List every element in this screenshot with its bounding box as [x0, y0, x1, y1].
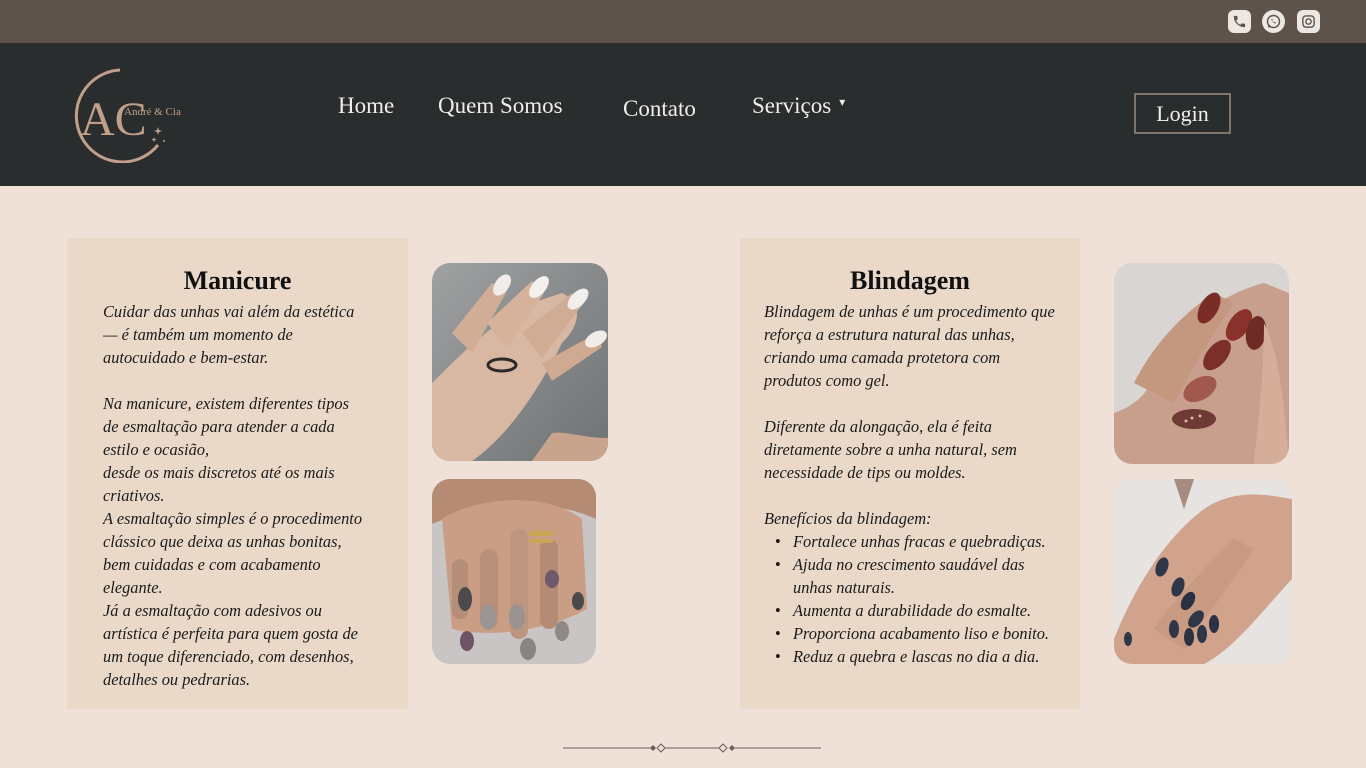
- manicure-photo-artistic-nails: [432, 479, 596, 664]
- logo-monogram: AC: [80, 93, 147, 146]
- manicure-card: Manicure Cuidar das unhas vai além da es…: [67, 238, 408, 709]
- manicure-title: Manicure: [183, 266, 292, 295]
- blindagem-benefits-title: Benefícios da blindagem:: [764, 509, 932, 528]
- instagram-icon[interactable]: [1297, 10, 1320, 33]
- blindagem-paragraph-2: Diferente da alongação, ela é feita dire…: [764, 417, 1017, 482]
- whatsapp-icon[interactable]: [1262, 10, 1285, 33]
- list-item: Proporciona acabamento liso e bonito.: [764, 622, 1076, 645]
- list-item: Reduz a quebra e lascas no dia a dia.: [764, 645, 1076, 668]
- ornament-divider: [563, 738, 821, 758]
- phone-icon[interactable]: [1228, 10, 1251, 33]
- manicure-description: Cuidar das unhas vai além da estética — …: [103, 300, 403, 691]
- manicure-paragraph-2: Na manicure, existem diferentes tipos de…: [103, 394, 363, 689]
- blindagem-paragraph-1: Blindagem de unhas é um procedimento que…: [764, 302, 1055, 390]
- blindagem-title: Blindagem: [850, 266, 970, 295]
- manicure-paragraph-1: Cuidar das unhas vai além da estética — …: [103, 302, 355, 367]
- login-button[interactable]: Login: [1134, 93, 1231, 134]
- manicure-photo-white-nails: [432, 263, 608, 461]
- list-item: Fortalece unhas fracas e quebradiças.: [764, 530, 1076, 553]
- list-item: Ajuda no crescimento saudável das unhas …: [764, 553, 1076, 599]
- brand-logo[interactable]: AC André & Cia: [62, 65, 192, 164]
- blindagem-benefits-list: Fortalece unhas fracas e quebradiças. Aj…: [764, 530, 1076, 668]
- top-utility-bar: [0, 0, 1366, 43]
- list-item: Aumenta a durabilidade do esmalte.: [764, 599, 1076, 622]
- blindagem-photo-brown-nails: [1114, 263, 1289, 464]
- blindagem-photo-dark-nails: [1114, 479, 1292, 664]
- logo-brand-name: André & Cia: [124, 106, 181, 118]
- blindagem-description: Blindagem de unhas é um procedimento que…: [764, 300, 1076, 668]
- chevron-down-icon: ▾: [839, 95, 846, 109]
- nav-servicos[interactable]: Serviços ▾: [752, 93, 845, 119]
- nav-servicos-label: Serviços: [752, 93, 832, 118]
- blindagem-card: Blindagem Blindagem de unhas é um proced…: [740, 238, 1080, 709]
- nav-quem-somos[interactable]: Quem Somos: [438, 93, 563, 119]
- site-header: AC André & Cia Home Quem Somos Contato S…: [0, 43, 1366, 186]
- nav-contato[interactable]: Contato: [623, 96, 696, 122]
- nav-home[interactable]: Home: [338, 93, 394, 119]
